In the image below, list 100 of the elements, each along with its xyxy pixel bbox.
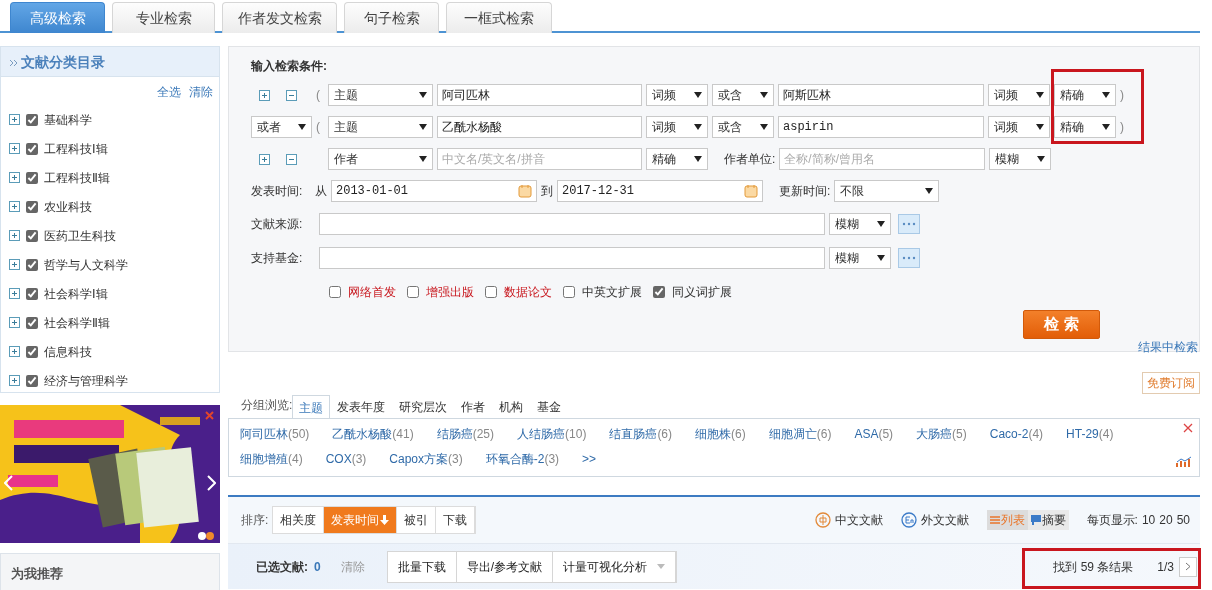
facet-link[interactable]: 大肠癌(5) [916, 425, 967, 443]
input-field[interactable] [319, 213, 825, 235]
language-filter-link[interactable]: 外文文献 [920, 511, 969, 529]
facet-link[interactable]: 阿司匹林(50) [240, 425, 310, 443]
facet-link[interactable]: Caco-2(4) [989, 425, 1044, 443]
facet-link[interactable]: COX(3) [325, 450, 367, 468]
group-tab[interactable]: 主题 [292, 395, 331, 419]
collapse-icon[interactable] [286, 153, 297, 165]
dropdown[interactable]: 词频 [988, 116, 1050, 138]
dropdown[interactable]: 或者 [251, 116, 312, 138]
dropdown[interactable]: 或含 [712, 84, 774, 106]
facet-link[interactable]: 乙酰水杨酸(41) [332, 425, 414, 443]
option-label[interactable]: 增强出版 [426, 283, 474, 301]
group-tab[interactable]: 作者 [454, 394, 493, 418]
expand-icon[interactable] [9, 346, 20, 357]
sort-button[interactable]: 下载 [436, 507, 476, 533]
category-label[interactable]: 经济与管理科学 [44, 371, 128, 390]
category-label[interactable]: 社会科学Ⅱ辑 [44, 313, 110, 332]
dropdown[interactable]: 精确 [646, 148, 708, 170]
checkbox[interactable] [26, 316, 38, 329]
expand-icon[interactable] [9, 259, 20, 270]
facet-link[interactable]: Capox方案(3) [389, 450, 463, 468]
category-label[interactable]: 基础科学 [44, 110, 92, 129]
page-size-link[interactable]: 50 [1176, 511, 1190, 529]
facet-link[interactable]: 细胞株(6) [695, 425, 746, 443]
option-label[interactable]: 网络首发 [348, 283, 396, 301]
more-link[interactable]: >> [582, 450, 597, 468]
expand-icon[interactable] [259, 153, 270, 165]
tab[interactable]: 作者发文检索 [222, 2, 337, 33]
tab[interactable]: 专业检索 [112, 2, 215, 33]
clear-link[interactable]: 清除 [189, 83, 213, 101]
dropdown[interactable]: 词频 [646, 84, 708, 106]
dropdown[interactable]: 模糊 [829, 213, 891, 235]
close-icon[interactable] [1183, 423, 1193, 433]
dropdown[interactable]: 模糊 [829, 247, 891, 269]
input-field[interactable] [319, 247, 825, 269]
expand-icon[interactable] [9, 201, 20, 212]
chevron-left-icon[interactable] [4, 475, 13, 491]
page-size-link[interactable]: 10 [1141, 511, 1156, 529]
group-tab[interactable]: 机构 [492, 394, 531, 418]
checkbox[interactable] [563, 286, 575, 298]
category-label[interactable]: 农业科技 [44, 197, 92, 216]
category-label[interactable]: 工程科技Ⅱ辑 [44, 168, 110, 187]
language-filter-link[interactable]: 中文文献 [834, 511, 883, 529]
input-field[interactable]: 阿斯匹林 [778, 84, 984, 106]
dropdown[interactable]: 主题 [328, 116, 433, 138]
select-all-link[interactable]: 全选 [157, 83, 181, 101]
page-size-link[interactable]: 20 [1159, 511, 1173, 529]
checkbox[interactable] [26, 229, 38, 242]
checkbox[interactable] [26, 287, 38, 300]
input-field[interactable]: aspirin [778, 116, 984, 138]
dropdown[interactable]: 主题 [328, 84, 433, 106]
checkbox[interactable] [26, 171, 38, 184]
facet-link[interactable]: HT-29(4) [1066, 425, 1114, 443]
view-toggle[interactable]: 摘要 [1027, 510, 1069, 530]
group-tab[interactable]: 研究层次 [392, 394, 455, 418]
sort-button[interactable]: 被引 [397, 507, 437, 533]
category-label[interactable]: 工程科技Ⅰ辑 [44, 139, 108, 158]
facet-link[interactable]: ASA(5) [854, 425, 894, 443]
group-tab[interactable]: 发表年度 [330, 394, 393, 418]
checkbox[interactable] [653, 286, 665, 298]
facet-link[interactable]: 结肠癌(25) [436, 425, 495, 443]
checkbox[interactable] [407, 286, 419, 298]
category-label[interactable]: 哲学与人文科学 [44, 255, 128, 274]
checkbox[interactable] [26, 200, 38, 213]
dropdown[interactable]: 作者 [328, 148, 433, 170]
more-button[interactable] [898, 214, 920, 234]
dropdown[interactable]: 词频 [988, 84, 1050, 106]
dropdown[interactable]: 词频 [646, 116, 708, 138]
checkbox[interactable] [26, 142, 38, 155]
tab[interactable]: 一框式检索 [446, 2, 552, 33]
dropdown[interactable]: 不限 [834, 180, 940, 202]
sort-button[interactable]: 相关度 [273, 507, 325, 533]
checkbox[interactable] [26, 374, 38, 387]
tab[interactable]: 句子检索 [344, 2, 439, 33]
expand-icon[interactable] [9, 375, 20, 386]
facet-link[interactable]: 结直肠癌(6) [609, 425, 673, 443]
expand-icon[interactable] [9, 114, 20, 125]
dropdown[interactable]: 或含 [712, 116, 774, 138]
facet-link[interactable]: 细胞凋亡(6) [768, 425, 832, 443]
checkbox[interactable] [485, 286, 497, 298]
expand-icon[interactable] [259, 89, 270, 101]
dropdown[interactable]: 精确 [1054, 84, 1116, 106]
facet-link[interactable]: 环氧合酶-2(3) [485, 450, 560, 468]
facet-link[interactable]: 细胞增殖(4) [240, 450, 303, 468]
chart-icon[interactable] [1176, 456, 1192, 468]
option-label[interactable]: 数据论文 [504, 283, 552, 301]
group-tab[interactable]: 基金 [530, 394, 569, 418]
checkbox[interactable] [26, 345, 38, 358]
expand-icon[interactable] [9, 288, 20, 299]
facet-link[interactable]: 人结肠癌(10) [517, 425, 587, 443]
option-label[interactable]: 同义词扩展 [672, 283, 732, 301]
expand-icon[interactable] [9, 143, 20, 154]
search-within-link[interactable]: 结果中检索 [1138, 338, 1198, 356]
chevron-right-icon[interactable] [207, 475, 216, 491]
collapse-icon[interactable] [286, 89, 297, 101]
checkbox[interactable] [26, 258, 38, 271]
input-field[interactable]: 乙酰水杨酸 [437, 116, 642, 138]
category-label[interactable]: 信息科技 [44, 342, 92, 361]
checkbox[interactable] [26, 113, 38, 126]
